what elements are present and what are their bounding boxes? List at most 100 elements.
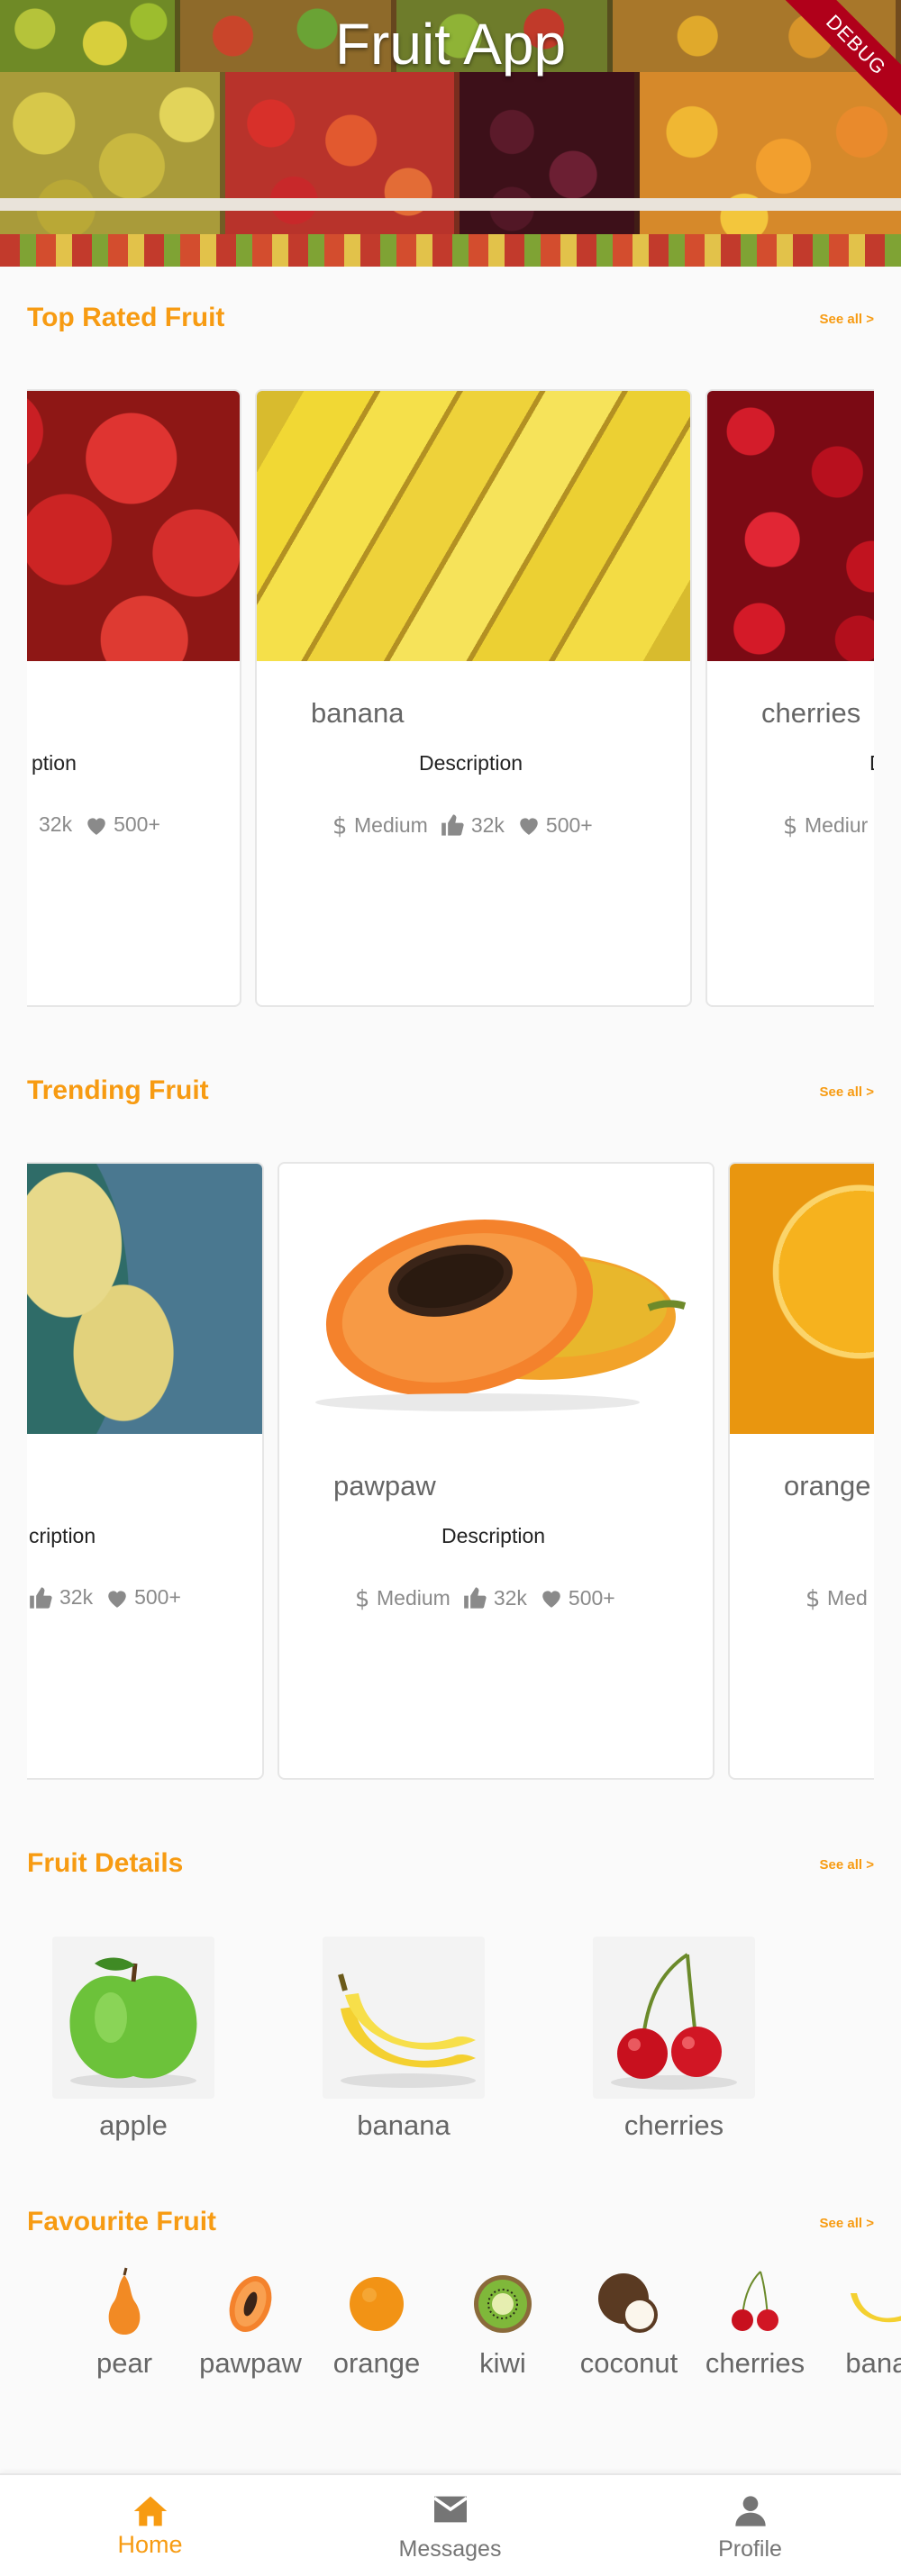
thumbs-up-icon bbox=[463, 1587, 487, 1609]
card-description: Description bbox=[441, 1524, 546, 1547]
fruit-card-orange[interactable]: orange $ Med bbox=[728, 1162, 874, 1780]
cherries-image bbox=[707, 391, 874, 661]
favs-count: 500+ bbox=[568, 1585, 615, 1610]
favourite-item-orange[interactable]: orange bbox=[323, 2266, 431, 2380]
coconut-thumb bbox=[593, 2266, 665, 2338]
favourite-item-cherries[interactable]: cherries bbox=[701, 2266, 809, 2380]
card-description: D bbox=[869, 751, 874, 776]
see-all-trending-link[interactable]: See all > bbox=[820, 1084, 874, 1100]
pear-image bbox=[27, 1164, 262, 1434]
svg-text:$: $ bbox=[805, 1585, 820, 1610]
heart-icon bbox=[542, 1591, 560, 1608]
likes-count: 32k bbox=[39, 812, 73, 836]
favourite-item-kiwi[interactable]: kiwi bbox=[449, 2266, 557, 2380]
favourite-label: cherries bbox=[705, 2347, 805, 2379]
favourite-carousel[interactable]: pear pawpaw orange kiwi coconut cherries bbox=[0, 2266, 901, 2383]
svg-text:$: $ bbox=[332, 812, 347, 838]
heart-icon bbox=[108, 1590, 126, 1608]
detail-label: apple bbox=[99, 2109, 168, 2141]
section-title-trending: Trending Fruit bbox=[27, 1075, 209, 1105]
apple-image bbox=[27, 391, 240, 661]
apple-thumb bbox=[52, 1937, 214, 2099]
mail-icon bbox=[432, 2496, 468, 2523]
detail-item-apple[interactable]: apple bbox=[52, 1937, 214, 2142]
nav-item-profile[interactable]: Profile bbox=[600, 2475, 900, 2576]
heart-icon bbox=[520, 818, 538, 835]
trending-carousel[interactable]: cription 32k 500+ pawpaw Description $ M… bbox=[27, 1162, 874, 1780]
fruit-card-pear[interactable]: cription 32k 500+ bbox=[27, 1162, 264, 1780]
detail-label: banana bbox=[357, 2109, 450, 2141]
favourite-label: coconut bbox=[579, 2347, 678, 2379]
section-title-top-rated: Top Rated Fruit bbox=[27, 303, 225, 332]
detail-item-banana[interactable]: banana bbox=[323, 1937, 485, 2142]
nav-label-profile: Profile bbox=[718, 2536, 782, 2562]
dollar-icon: $ bbox=[332, 812, 347, 838]
card-name: orange bbox=[784, 1470, 871, 1501]
card-name: pawpaw bbox=[333, 1470, 436, 1501]
banana-thumb bbox=[845, 2266, 901, 2338]
see-all-details-link[interactable]: See all > bbox=[820, 1857, 874, 1873]
bottom-navigation: Home Messages Profile bbox=[0, 2473, 901, 2576]
pawpaw-thumb bbox=[214, 2266, 287, 2338]
likes-count: 32k bbox=[59, 1585, 94, 1609]
fruit-card-pawpaw[interactable]: pawpaw Description $ Medium 32k 500+ bbox=[278, 1162, 714, 1780]
cherries-thumb bbox=[593, 1937, 755, 2099]
orange-image bbox=[730, 1164, 874, 1434]
price-label: Mediur bbox=[805, 812, 869, 837]
favourite-label: orange bbox=[332, 2347, 421, 2379]
detail-label: cherries bbox=[623, 2109, 724, 2141]
fruit-card-banana[interactable]: banana Description $ Medium 32k 500+ bbox=[255, 389, 692, 1007]
price-label: Medium bbox=[377, 1585, 450, 1610]
top-rated-carousel[interactable]: ption 32k 500+ banana Description $ Medi… bbox=[27, 389, 874, 1007]
section-title-details: Fruit Details bbox=[27, 1848, 184, 1878]
see-all-favourite-link[interactable]: See all > bbox=[820, 2216, 874, 2231]
favourite-item-pear[interactable]: pear bbox=[70, 2266, 178, 2380]
thumbs-up-icon bbox=[30, 1586, 52, 1609]
likes-count: 32k bbox=[470, 812, 505, 837]
favs-count: 500+ bbox=[545, 812, 593, 837]
favs-count: 500+ bbox=[114, 812, 160, 836]
detail-item-cherries[interactable]: cherries bbox=[593, 1937, 755, 2142]
orange-thumb bbox=[341, 2266, 413, 2338]
hero-banner: Fruit App DEBUG bbox=[0, 0, 901, 267]
dollar-icon: $ bbox=[355, 1585, 369, 1610]
svg-text:$: $ bbox=[783, 812, 797, 838]
card-description: cription bbox=[29, 1524, 96, 1547]
nav-label-messages: Messages bbox=[398, 2536, 502, 2562]
app-title: Fruit App bbox=[334, 12, 567, 77]
cherries-thumb bbox=[719, 2266, 791, 2338]
banana-thumb bbox=[323, 1937, 485, 2099]
pawpaw-image bbox=[279, 1164, 713, 1434]
fruit-card-cherries[interactable]: cherries D $ Mediur bbox=[705, 389, 874, 1007]
kiwi-thumb bbox=[467, 2266, 539, 2338]
favourite-label: pear bbox=[96, 2347, 153, 2379]
favourite-label: pawpaw bbox=[199, 2347, 302, 2379]
heart-icon bbox=[87, 817, 105, 835]
thumbs-up-icon bbox=[441, 814, 464, 836]
dollar-icon: $ bbox=[805, 1585, 820, 1610]
nav-label-home: Home bbox=[117, 2531, 183, 2558]
see-all-top-rated-link[interactable]: See all > bbox=[820, 312, 874, 327]
svg-text:$: $ bbox=[355, 1585, 369, 1610]
card-description: Description bbox=[419, 751, 523, 775]
price-label: Medium bbox=[354, 812, 428, 837]
price-label: Med bbox=[827, 1585, 868, 1610]
card-name: banana bbox=[311, 697, 405, 729]
favourite-item-coconut[interactable]: coconut bbox=[575, 2266, 683, 2380]
section-title-favourite: Favourite Fruit bbox=[27, 2207, 217, 2236]
nav-item-home[interactable]: Home bbox=[0, 2475, 300, 2576]
pear-thumb bbox=[88, 2266, 160, 2338]
favourite-item-banana[interactable]: banar bbox=[827, 2266, 901, 2380]
likes-count: 32k bbox=[493, 1585, 527, 1610]
home-icon bbox=[133, 2496, 167, 2526]
favourite-item-pawpaw[interactable]: pawpaw bbox=[196, 2266, 305, 2380]
favourite-label: kiwi bbox=[479, 2347, 526, 2379]
banana-image bbox=[257, 391, 690, 661]
favourite-label: banar bbox=[845, 2347, 901, 2379]
favs-count: 500+ bbox=[134, 1585, 181, 1609]
card-description: ption bbox=[32, 751, 77, 775]
person-icon bbox=[734, 2496, 766, 2526]
fruit-card-apple[interactable]: ption 32k 500+ bbox=[27, 389, 241, 1007]
nav-item-messages[interactable]: Messages bbox=[300, 2475, 600, 2576]
card-name: cherries bbox=[761, 697, 861, 729]
